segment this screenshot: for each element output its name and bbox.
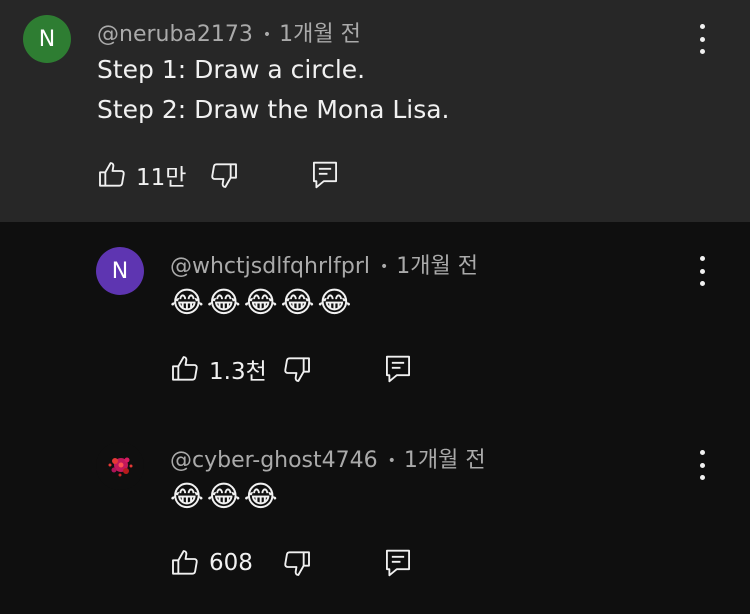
comment-meta: @neruba2173 • 1개월 전 — [97, 16, 361, 48]
comment-actions: 11만 — [96, 158, 356, 192]
comment-icon — [310, 159, 340, 191]
comment-icon — [383, 547, 413, 579]
separator: • — [380, 259, 389, 275]
like-button[interactable]: 11만 — [96, 158, 186, 192]
comment-line: Step 2: Draw the Mona Lisa. — [97, 95, 450, 124]
dislike-button[interactable] — [208, 158, 240, 192]
reply-button[interactable] — [383, 352, 413, 386]
comment-text: Step 1: Draw a circle. Step 2: Draw the … — [97, 50, 450, 130]
more-vert-icon[interactable] — [692, 256, 712, 286]
thumbs-up-icon — [96, 159, 128, 191]
dislike-button[interactable] — [281, 546, 313, 580]
comment-text: 😂😂😂😂😂 — [170, 287, 355, 319]
thumbs-down-icon — [281, 547, 313, 579]
thumbs-down-icon — [208, 159, 240, 191]
red-splatter-icon — [108, 457, 133, 477]
dislike-button[interactable] — [281, 352, 313, 386]
more-vert-icon[interactable] — [692, 24, 712, 54]
username[interactable]: @whctjsdlfqhrlfprl — [170, 254, 370, 279]
like-button[interactable]: 1.3천 — [169, 352, 267, 386]
like-count: 11만 — [136, 165, 187, 191]
like-button[interactable]: 608 — [169, 546, 253, 580]
thumbs-up-icon — [169, 547, 201, 579]
more-vert-icon[interactable] — [692, 450, 712, 480]
comment-meta: @whctjsdlfqhrlfprl • 1개월 전 — [170, 248, 478, 280]
username[interactable]: @cyber-ghost4746 — [170, 448, 378, 473]
comment-meta: @cyber-ghost4746 • 1개월 전 — [170, 442, 486, 474]
comment-icon — [383, 353, 413, 385]
separator: • — [387, 453, 396, 469]
red-splatter-avatar[interactable] — [96, 442, 144, 490]
timestamp[interactable]: 1개월 전 — [396, 254, 478, 279]
avatar-letter: N — [111, 258, 129, 284]
avatar-letter: N — [38, 26, 56, 52]
reply-button[interactable] — [383, 546, 413, 580]
comment-thread: N @neruba2173 • 1개월 전 Step 1: Draw a circl… — [0, 0, 750, 614]
separator: • — [262, 27, 272, 43]
reply-button[interactable] — [310, 158, 340, 192]
comment-text: 😂😂😂 — [170, 481, 281, 513]
comment-actions: 608 — [169, 546, 429, 580]
comment-cyber-ghost4746: @cyber-ghost4746 • 1개월 전 😂😂😂 608 — [0, 416, 750, 614]
timestamp[interactable]: 1개월 전 — [279, 22, 361, 47]
avatar[interactable]: N — [23, 15, 71, 63]
timestamp[interactable]: 1개월 전 — [404, 448, 486, 473]
comment-neruba2173: N @neruba2173 • 1개월 전 Step 1: Draw a circl… — [0, 0, 750, 222]
comment-actions: 1.3천 — [169, 352, 429, 386]
like-count: 608 — [209, 550, 253, 576]
comment-whctjsdlfqhrlfprl: N @whctjsdlfqhrlfprl • 1개월 전 😂😂😂😂😂 1.3천 — [0, 222, 750, 416]
comment-line: Step 1: Draw a circle. — [97, 55, 366, 84]
thumbs-up-icon — [169, 353, 201, 385]
thumbs-down-icon — [281, 353, 313, 385]
like-count: 1.3천 — [209, 359, 267, 385]
avatar[interactable]: N — [96, 247, 144, 295]
username[interactable]: @neruba2173 — [97, 22, 253, 47]
